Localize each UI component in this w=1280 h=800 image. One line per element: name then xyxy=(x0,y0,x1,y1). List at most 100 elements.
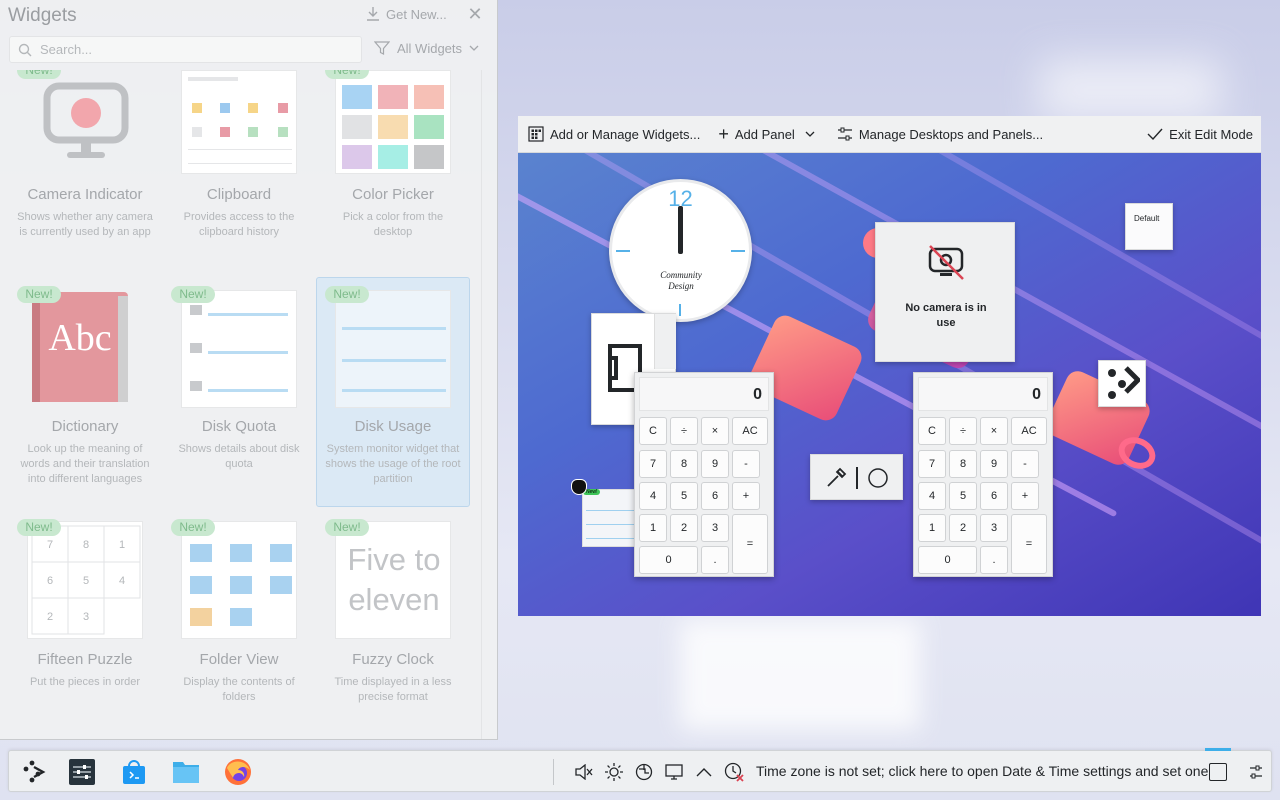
add-panel-button[interactable]: + Add Panel xyxy=(710,116,823,153)
discover-icon[interactable] xyxy=(120,758,148,786)
color-picker-icon xyxy=(335,70,451,174)
color-picker-widget[interactable] xyxy=(810,454,903,500)
manage-desktops-button[interactable]: Manage Desktops and Panels... xyxy=(829,116,1051,153)
calculator-widget[interactable]: 0 C ÷ × AC 7 8 9-4 5 6 +1 2 3 0. = xyxy=(913,372,1053,577)
exit-edit-mode-label: Exit Edit Mode xyxy=(1169,126,1253,142)
calc-key[interactable]: . xyxy=(701,546,729,574)
desktop-preview[interactable]: 12 Community Design No camera is in use … xyxy=(518,153,1261,616)
add-widgets-label: Add or Manage Widgets... xyxy=(550,126,701,142)
show-desktop-icon[interactable] xyxy=(1209,763,1227,781)
plus-icon: + xyxy=(718,124,729,144)
panel-settings-icon[interactable] xyxy=(1249,763,1263,781)
close-icon[interactable]: ✕ xyxy=(466,5,484,23)
clock-marker xyxy=(679,304,681,316)
calc-key[interactable]: 1 xyxy=(918,514,946,542)
dictionary-thumb-text: Abc xyxy=(48,317,112,359)
calc-key[interactable]: C xyxy=(639,417,667,445)
calc-key[interactable]: × xyxy=(701,417,729,445)
clock-warning-icon[interactable] xyxy=(719,751,749,793)
download-icon xyxy=(367,7,379,21)
system-settings-icon[interactable] xyxy=(68,758,96,786)
widgets-panel: Widgets Get New... ✕ All Widgets New! Ca… xyxy=(0,0,498,740)
widget-name: Clipboard xyxy=(206,186,272,203)
widget-grid: New! Camera Indicator Shows whether any … xyxy=(0,70,497,739)
network-icon[interactable] xyxy=(629,751,659,793)
calc-key[interactable]: C xyxy=(918,417,946,445)
time-zone-message[interactable]: Time zone is not set; click here to open… xyxy=(756,763,1208,779)
calc-key[interactable]: 4 xyxy=(918,482,946,510)
camera-indicator-widget[interactable]: No camera is in use xyxy=(875,222,1015,362)
new-badge: New! xyxy=(17,519,61,536)
new-badge: New! xyxy=(171,286,215,303)
calc-key[interactable]: 6 xyxy=(980,482,1008,510)
widget-desc: Shows whether any camera is currently us… xyxy=(17,211,153,238)
svg-text:2: 2 xyxy=(47,611,53,623)
calc-key[interactable]: ÷ xyxy=(949,417,977,445)
default-widget[interactable]: Default xyxy=(1125,203,1173,250)
calc-key[interactable]: ÷ xyxy=(670,417,698,445)
calc-key[interactable]: 0 xyxy=(918,546,977,574)
app-launcher-icon[interactable] xyxy=(20,758,48,786)
calc-key[interactable]: 3 xyxy=(701,514,729,542)
widget-desc: Display the contents of folders xyxy=(183,676,295,703)
widget-name: Fuzzy Clock xyxy=(352,651,434,668)
calc-display: 0 xyxy=(918,377,1048,411)
fuzzy-clock-thumb-text: Five to eleven xyxy=(347,542,441,617)
calc-key-equals[interactable]: = xyxy=(1011,514,1047,574)
calc-key[interactable]: 7 xyxy=(639,450,667,478)
calc-key[interactable]: 1 xyxy=(639,514,667,542)
search-input[interactable] xyxy=(40,42,340,57)
exit-edit-mode-button[interactable]: Exit Edit Mode xyxy=(1139,116,1261,153)
calc-key[interactable]: - xyxy=(1011,450,1039,478)
calc-key[interactable]: 6 xyxy=(701,482,729,510)
get-new-label: Get New... xyxy=(386,6,447,22)
calc-key[interactable]: AC xyxy=(1011,417,1047,445)
analog-clock-widget[interactable]: 12 Community Design xyxy=(609,179,752,322)
calc-key[interactable]: × xyxy=(980,417,1008,445)
filter-dropdown[interactable]: All Widgets xyxy=(374,40,479,56)
calc-key[interactable]: - xyxy=(732,450,760,478)
calc-key[interactable]: . xyxy=(980,546,1008,574)
new-badge: New! xyxy=(17,286,61,303)
calc-key[interactable]: + xyxy=(732,482,760,510)
scrollbar[interactable] xyxy=(481,70,497,739)
calc-key[interactable]: 4 xyxy=(639,482,667,510)
calculator-widget[interactable]: 0 C ÷ × AC 7 8 9-4 5 6 +1 2 3 0. = xyxy=(634,372,774,577)
brightness-icon[interactable] xyxy=(599,751,629,793)
dice-widget[interactable] xyxy=(1098,360,1146,407)
calc-key[interactable]: 5 xyxy=(949,482,977,510)
calc-key[interactable]: 8 xyxy=(670,450,698,478)
search-icon xyxy=(18,43,32,56)
mute-icon[interactable] xyxy=(569,751,599,793)
calc-key[interactable]: 3 xyxy=(980,514,1008,542)
calc-key-equals[interactable]: = xyxy=(732,514,768,574)
calc-key[interactable]: 9 xyxy=(701,450,729,478)
calc-key[interactable]: 8 xyxy=(949,450,977,478)
calc-key[interactable]: AC xyxy=(732,417,768,445)
widgets-grid-icon xyxy=(528,126,544,142)
display-icon[interactable] xyxy=(659,751,689,793)
calc-key[interactable]: 2 xyxy=(670,514,698,542)
get-new-button[interactable]: Get New... xyxy=(366,6,447,22)
dragged-widget-preview[interactable]: New! xyxy=(582,489,640,547)
calc-key[interactable]: 9 xyxy=(980,450,1008,478)
calc-key[interactable]: 0 xyxy=(639,546,698,574)
folder-view-icon xyxy=(181,521,297,639)
svg-text:5: 5 xyxy=(83,575,89,587)
firefox-icon[interactable] xyxy=(224,758,252,786)
calc-key[interactable]: 5 xyxy=(670,482,698,510)
clipboard-icon xyxy=(181,70,297,174)
calc-key[interactable]: 7 xyxy=(918,450,946,478)
widget-desc: System monitor widget that shows the usa… xyxy=(325,443,461,485)
fuzzy-clock-icon: Five to eleven xyxy=(335,521,451,639)
active-indicator xyxy=(1205,748,1231,751)
calc-key[interactable]: 2 xyxy=(949,514,977,542)
new-badge: New! xyxy=(17,70,61,79)
add-widgets-button[interactable]: Add or Manage Widgets... xyxy=(518,116,708,153)
dolphin-icon[interactable] xyxy=(172,758,200,786)
new-badge: New! xyxy=(325,70,369,79)
chevron-down-icon xyxy=(805,131,815,137)
expand-tray-icon[interactable] xyxy=(689,751,719,793)
search-field[interactable] xyxy=(9,36,362,63)
calc-key[interactable]: + xyxy=(1011,482,1039,510)
